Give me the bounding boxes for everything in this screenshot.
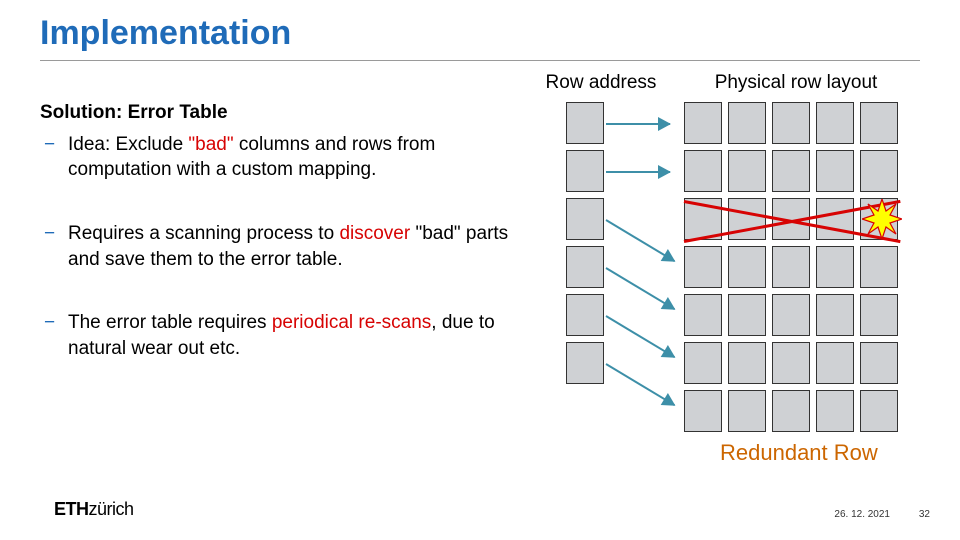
- layout-cell: [860, 390, 898, 432]
- addr-cell: [566, 150, 604, 192]
- layout-cell: [772, 150, 810, 192]
- mapping-arrow: [605, 219, 675, 262]
- addr-cell: [566, 246, 604, 288]
- row-address-column: [566, 102, 604, 432]
- footer-date: 26. 12. 2021: [834, 509, 890, 520]
- layout-cell: [728, 390, 766, 432]
- layout-cell: [684, 390, 722, 432]
- layout-cell: [816, 342, 854, 384]
- layout-cell: [684, 150, 722, 192]
- layout-cell: [728, 150, 766, 192]
- layout-cell: [728, 342, 766, 384]
- layout-cell: [684, 102, 722, 144]
- addr-cell: [566, 102, 604, 144]
- layout-cell: [816, 294, 854, 336]
- title-divider: [40, 60, 920, 61]
- mapping-arrow: [605, 267, 675, 310]
- label-row-address: Row address: [536, 72, 666, 94]
- layout-cell: [728, 246, 766, 288]
- layout-cell: [772, 246, 810, 288]
- layout-cell: [816, 150, 854, 192]
- label-physical-layout: Physical row layout: [666, 72, 926, 94]
- bullet-3: The error table requires periodical re-s…: [40, 310, 510, 361]
- layout-cell: [728, 102, 766, 144]
- mapping-arrow: [606, 123, 670, 125]
- redundant-row-label: Redundant Row: [720, 440, 878, 466]
- figure-grids: [536, 102, 946, 432]
- layout-cell: [684, 342, 722, 384]
- layout-cell: [772, 390, 810, 432]
- figure: Row address Physical row layout: [536, 72, 946, 432]
- mapping-arrow: [605, 363, 675, 406]
- layout-cell: [816, 102, 854, 144]
- layout-cell: [772, 294, 810, 336]
- mapping-arrow: [605, 315, 675, 358]
- layout-cell: [728, 294, 766, 336]
- addr-cell: [566, 342, 604, 384]
- layout-cell: [816, 246, 854, 288]
- mapping-arrow: [606, 171, 670, 173]
- addr-cell: [566, 294, 604, 336]
- layout-cell: [860, 246, 898, 288]
- layout-cell: [772, 102, 810, 144]
- bullet-2-highlight: discover: [339, 223, 410, 244]
- layout-cell: [860, 342, 898, 384]
- addr-cell: [566, 198, 604, 240]
- layout-cell: [860, 150, 898, 192]
- figure-labels: Row address Physical row layout: [536, 72, 946, 94]
- layout-cell: [772, 342, 810, 384]
- section-heading: Solution: Error Table: [40, 100, 510, 126]
- footer-page-number: 32: [919, 509, 930, 520]
- slide: Implementation Solution: Error Table Ide…: [0, 0, 960, 540]
- layout-cell: [684, 246, 722, 288]
- slide-title: Implementation: [40, 14, 291, 53]
- physical-layout-grid: [684, 102, 898, 432]
- eth-logo: ETHzürich: [54, 499, 134, 520]
- bullet-2: Requires a scanning process to discover …: [40, 221, 510, 272]
- layout-cell: [860, 294, 898, 336]
- bullet-1-highlight: "bad": [188, 134, 233, 155]
- burst-icon: [862, 199, 902, 239]
- body-text: Solution: Error Table Idea: Exclude "bad…: [40, 100, 510, 399]
- bullet-3-highlight: periodical re-scans: [272, 312, 431, 333]
- layout-cell: [860, 102, 898, 144]
- layout-cell: [816, 390, 854, 432]
- layout-cell: [684, 294, 722, 336]
- layout-cell: [816, 198, 854, 240]
- bullet-1: Idea: Exclude "bad" columns and rows fro…: [40, 132, 510, 183]
